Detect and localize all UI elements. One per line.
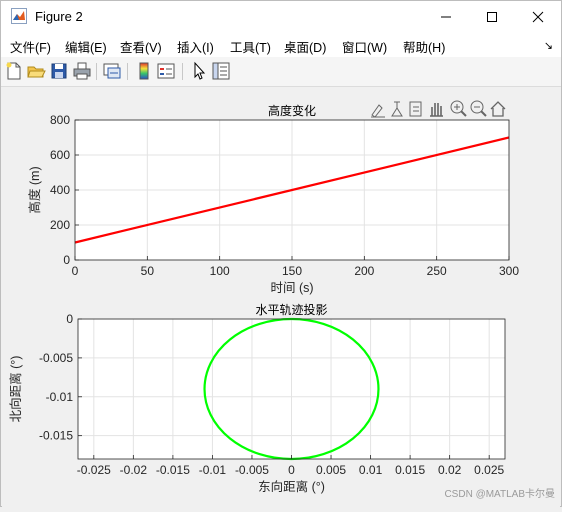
matlab-logo-icon [11,8,27,24]
y-tick-label: -0.015 [39,429,73,443]
menu-window[interactable]: 窗口(W) [342,37,387,56]
title-bar[interactable]: Figure 2 [1,1,561,33]
menu-help[interactable]: 帮助(H) [403,37,445,56]
watermark: CSDN @MATLAB卡尔曼 [444,489,555,500]
close-icon [532,11,544,23]
toolbar-separator [127,63,128,80]
figure-window: Figure 2 文件(F) 编辑(E) 查看(V) 插入(I) 工具(T) 桌… [0,0,562,507]
menu-file[interactable]: 文件(F) [10,37,51,56]
y-tick-label: 0 [66,312,73,326]
x-tick-label: -0.015 [156,463,190,477]
x-tick-label: 0.02 [438,463,462,477]
property-inspector-icon[interactable] [211,61,231,81]
menu-edit[interactable]: 编辑(E) [65,37,107,56]
minimize-button[interactable] [423,1,469,33]
y-tick-label: 200 [50,218,70,232]
axes-title: 高度变化 [268,103,316,118]
home-icon[interactable] [490,101,506,117]
x-tick-label: 50 [141,264,155,278]
menu-tools[interactable]: 工具(T) [230,37,271,56]
x-tick-label: 250 [427,264,447,278]
x-axis-label: 东向距离 (°) [258,479,325,494]
x-tick-label: 0 [288,463,295,477]
colorbar-icon[interactable] [134,61,154,81]
x-tick-label: 0.005 [316,463,346,477]
x-tick-label: 150 [282,264,302,278]
print-icon[interactable] [72,61,92,81]
x-axis-label: 时间 (s) [270,281,313,295]
maximize-icon [487,12,497,22]
window-title: Figure 2 [35,9,83,24]
y-tick-label: 800 [50,113,70,127]
zoom-in-icon[interactable] [450,100,467,117]
y-tick-label: 0 [63,253,70,267]
figure-canvas: 0 50 100 150 200 250 300 0 200 400 600 800 高度变化时间 (s… [2,87,560,507]
x-tick-label: -0.025 [77,463,111,477]
x-tick-label: -0.02 [120,463,148,477]
x-tick-label: -0.005 [235,463,269,477]
export-icon[interactable] [409,101,422,117]
x-tick-label: 0 [72,264,79,278]
pan-icon[interactable] [430,103,443,117]
menu-insert[interactable]: 插入(I) [177,37,214,56]
x-tick-label: 0.025 [474,463,504,477]
pointer-icon[interactable] [189,61,209,81]
axes-toolbar [371,100,506,118]
link-icon[interactable] [102,61,122,81]
y-tick-label: 600 [50,148,70,162]
y-tick-label: -0.01 [46,390,74,404]
x-tick-label: 0.01 [359,463,383,477]
toolbar-separator [96,63,97,80]
menu-dock-arrow-icon[interactable]: ↘ [544,39,553,52]
y-axis-label: 北向距离 (°) [8,356,23,423]
menu-bar: 文件(F) 编辑(E) 查看(V) 插入(I) 工具(T) 桌面(D) 窗口(W… [1,33,561,57]
axes-title: 水平轨迹投影 [255,302,327,317]
maximize-button[interactable] [469,1,515,33]
brush-icon[interactable] [371,104,385,118]
close-button[interactable] [515,1,561,33]
menu-desktop[interactable]: 桌面(D) [284,37,326,56]
legend-icon[interactable] [156,61,176,81]
x-tick-label: 300 [499,264,519,278]
x-tick-label: 100 [210,264,230,278]
x-tick-label: -0.01 [199,463,227,477]
minimize-icon [441,16,451,18]
y-tick-label: 400 [50,183,70,197]
new-figure-icon[interactable] [4,61,24,81]
x-tick-label: 200 [354,264,374,278]
menu-view[interactable]: 查看(V) [120,37,162,56]
x-tick-label: 0.015 [395,463,425,477]
y-axis-label: 高度 (m) [27,166,42,213]
toolbar-separator [182,63,183,80]
data-tip-icon[interactable] [391,101,403,117]
open-file-icon[interactable] [26,61,46,81]
plot-area: 0 50 100 150 200 250 300 0 200 400 600 800 高度变化时间 (s… [8,103,519,494]
zoom-out-icon[interactable] [470,100,487,117]
save-icon[interactable] [49,61,69,81]
y-tick-label: -0.005 [39,351,73,365]
figure-toolbar [1,57,561,87]
